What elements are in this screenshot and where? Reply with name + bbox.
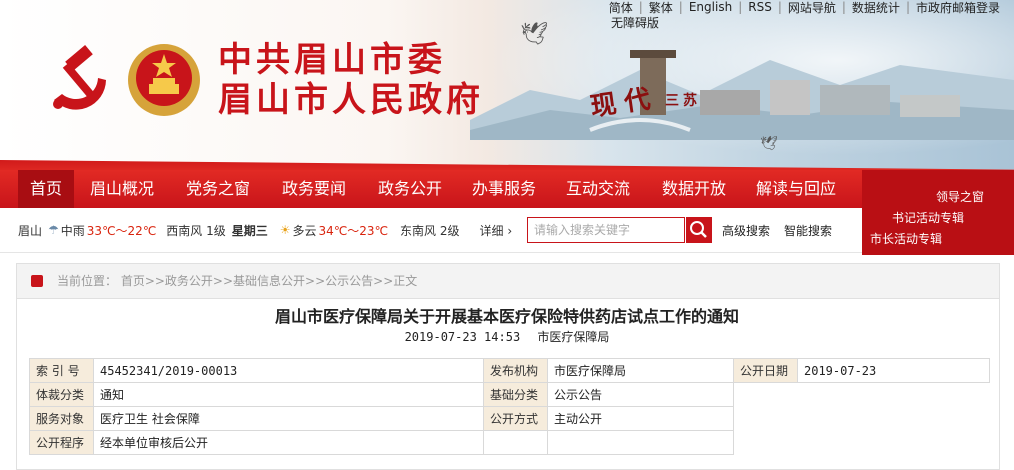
site-title-line2: 眉山市人民政府: [218, 80, 484, 120]
article-source: 市医疗保障局: [537, 330, 610, 344]
weather-detail-link[interactable]: 详细 ›: [474, 222, 513, 239]
link-statistics[interactable]: 数据统计: [846, 0, 906, 16]
seagull-icon: 🕊: [760, 136, 778, 152]
link-accessible[interactable]: 无障碍版: [611, 14, 659, 31]
weather-day: 星期三: [231, 223, 268, 238]
smart-search-link[interactable]: 智能搜索: [784, 222, 832, 239]
nav-services[interactable]: 办事服务: [472, 170, 536, 208]
location-icon: [31, 275, 43, 287]
table-row: 索 引 号 45452341/2019-00013 发布机构 市医疗保障局 公开…: [29, 358, 990, 383]
label-publisher: 发布机构: [483, 358, 548, 383]
value-audience: 医疗卫生 社会保障: [93, 406, 484, 431]
label-index: 索 引 号: [29, 358, 94, 383]
weather-today-temp: 33℃～22℃: [86, 223, 157, 238]
seagull-icon: 🕊: [520, 22, 548, 47]
site-title: 中共眉山市委 眉山市人民政府: [218, 40, 484, 120]
banner-subtext: 三苏: [665, 93, 701, 109]
nav-party-affairs[interactable]: 党务之窗: [186, 170, 250, 208]
top-links: 简体 | 繁体 | English | RSS | 网站导航 | 数据统计 | 市政府邮箱登…: [603, 0, 1006, 16]
breadcrumb: 当前位置： 首页>>政务公开>>基础信息公开>>公示公告>>正文: [16, 263, 1000, 299]
search-icon: [690, 221, 707, 238]
nav-interpretation[interactable]: 解读与回应: [756, 170, 836, 208]
table-row: 公开程序 经本单位审核后公开: [29, 430, 990, 455]
table-row: 体裁分类 通知 基础分类 公示公告: [29, 382, 990, 407]
empty-cell: [734, 383, 990, 407]
value-genre: 通知: [93, 382, 484, 407]
empty-cell: [734, 407, 990, 431]
link-english[interactable]: English: [683, 0, 738, 14]
link-site-nav[interactable]: 网站导航: [782, 0, 842, 16]
search-button[interactable]: [686, 217, 712, 243]
breadcrumb-text: 当前位置： 首页>>政务公开>>基础信息公开>>公示公告>>正文: [57, 274, 418, 288]
weather-today-cond: 中雨: [60, 223, 85, 238]
link-mayor-album[interactable]: 市长活动专辑: [870, 230, 942, 247]
value-basic-category: 公示公告: [547, 382, 734, 407]
empty-cell: [547, 430, 734, 455]
article-title: 眉山市医疗保障局关于开展基本医疗保险特供药店试点工作的通知: [274, 307, 739, 326]
weather-detail-label: 详细: [479, 223, 504, 238]
weather-tomorrow-temp: 34℃～23℃: [318, 223, 389, 238]
label-open-method: 公开方式: [483, 406, 548, 431]
sun-icon: ☀: [279, 223, 291, 237]
party-emblem-icon: [53, 45, 106, 110]
value-publisher: 市医疗保障局: [547, 358, 734, 383]
value-procedure: 经本单位审核后公开: [93, 430, 484, 455]
value-publish-date: 2019-07-23: [797, 358, 990, 383]
link-secretary-album[interactable]: 书记活动专辑: [892, 209, 964, 226]
article-meta: 2019-07-23 14:53 市医疗保障局: [0, 328, 1014, 345]
weather-city: 眉山: [18, 223, 43, 238]
national-emblem-icon: [128, 44, 200, 116]
nav-meishan-overview[interactable]: 眉山概况: [90, 170, 154, 208]
empty-cell: [734, 431, 990, 455]
value-open-method: 主动公开: [547, 406, 734, 431]
nav-gov-open[interactable]: 政务公开: [378, 170, 442, 208]
leader-panel: 领导之窗 书记活动专辑 市长活动专辑: [862, 170, 1014, 255]
advanced-search-link[interactable]: 高级搜索: [722, 222, 770, 239]
table-row: 服务对象 医疗卫生 社会保障 公开方式 主动公开: [29, 406, 990, 431]
label-audience: 服务对象: [29, 406, 94, 431]
weather-today-wind: 西南风 1级: [166, 223, 226, 238]
nav-home[interactable]: 首页: [18, 170, 75, 208]
weather-tomorrow-wind: 东南风 2级: [400, 223, 460, 238]
info-table: 索 引 号 45452341/2019-00013 发布机构 市医疗保障局 公开…: [29, 358, 990, 455]
weather-tomorrow-cond: 多云: [292, 223, 317, 238]
article-date: 2019-07-23 14:53: [404, 330, 521, 344]
nav-interaction[interactable]: 互动交流: [566, 170, 630, 208]
link-mailbox[interactable]: 市政府邮箱登录: [910, 0, 1006, 16]
rain-icon: ☂: [48, 223, 59, 237]
value-index: 45452341/2019-00013: [93, 358, 484, 383]
site-header: 🕊 🕊 简体 | 繁体 | English | RSS | 网站导航 | 数据统计 | 市政…: [0, 0, 1014, 172]
search-input[interactable]: 请输入搜索关键字: [527, 217, 685, 243]
banner-scenery: [470, 50, 1014, 140]
nav-open-data[interactable]: 数据开放: [662, 170, 726, 208]
link-rss[interactable]: RSS: [742, 0, 778, 14]
site-title-line1: 中共眉山市委: [218, 40, 446, 80]
nav-gov-news[interactable]: 政务要闻: [282, 170, 346, 208]
label-publish-date: 公开日期: [733, 358, 798, 383]
label-genre: 体裁分类: [29, 382, 94, 407]
empty-cell: [483, 430, 548, 455]
label-basic-category: 基础分类: [483, 382, 548, 407]
link-leaders[interactable]: 领导之窗: [936, 188, 984, 205]
label-procedure: 公开程序: [29, 430, 94, 455]
